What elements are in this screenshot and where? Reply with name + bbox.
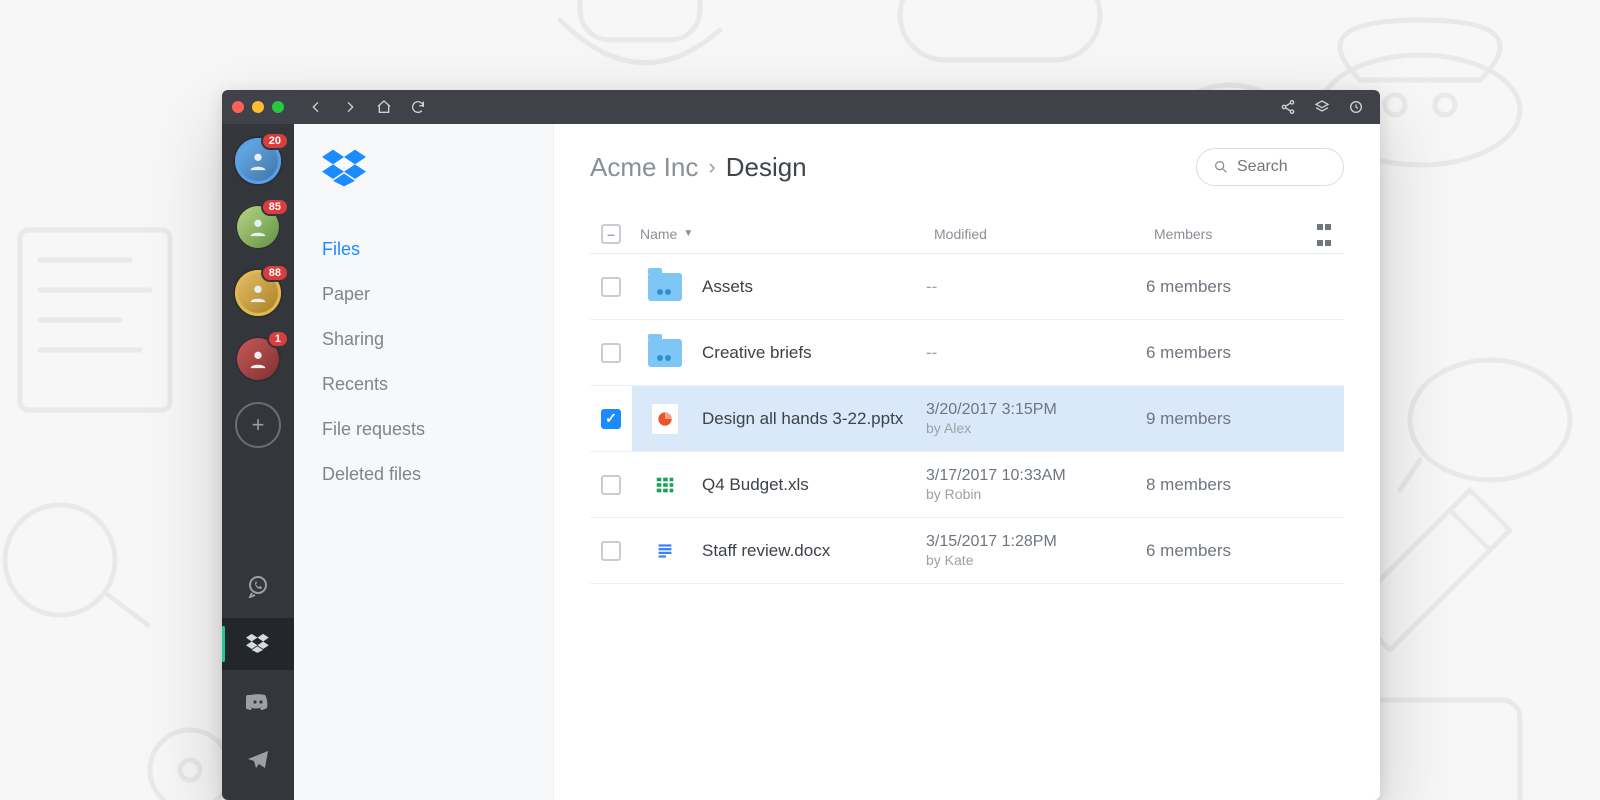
row-checkbox[interactable] <box>601 277 621 297</box>
members-cell: 6 members <box>1146 343 1296 363</box>
table-header: Name ▼ Modified Members <box>590 214 1344 254</box>
content: Acme Inc › Design Name ▼ Modified <box>554 124 1380 800</box>
column-header-members[interactable]: Members <box>1154 226 1304 242</box>
modified-date: 3/20/2017 3:15PM <box>926 400 1146 420</box>
history-button[interactable] <box>1342 95 1370 119</box>
grid-view-icon <box>1316 218 1332 250</box>
members-cell: 6 members <box>1146 277 1296 297</box>
members-cell: 8 members <box>1146 475 1296 495</box>
table-row[interactable]: Staff review.docx 3/15/2017 1:28PM by Ka… <box>590 518 1344 584</box>
row-checkbox[interactable] <box>601 475 621 495</box>
file-name: Creative briefs <box>702 343 812 363</box>
sidebar-item-deleted-files[interactable]: Deleted files <box>322 452 525 497</box>
select-all-checkbox[interactable] <box>601 224 621 244</box>
view-toggle-button[interactable] <box>1304 218 1344 250</box>
modified-by: by Kate <box>926 552 1146 570</box>
rail-app-whatsapp[interactable] <box>222 560 294 612</box>
app-window: 20 85 88 1 + <box>222 90 1380 800</box>
rail-app-discord[interactable] <box>222 676 294 728</box>
launcher-rail: 20 85 88 1 + <box>222 124 294 800</box>
workspace-avatar[interactable]: 85 <box>235 204 281 250</box>
powerpoint-file-icon <box>648 402 682 436</box>
telegram-icon <box>246 748 270 772</box>
folder-icon <box>648 336 682 370</box>
file-name: Q4 Budget.xls <box>702 475 809 495</box>
minimize-window-button[interactable] <box>252 101 264 113</box>
table-row[interactable]: Q4 Budget.xls 3/17/2017 10:33AM by Robin… <box>590 452 1344 518</box>
dropbox-logo-icon <box>322 148 525 193</box>
rail-app-telegram[interactable] <box>222 734 294 786</box>
modified-date: 3/15/2017 1:28PM <box>926 532 1146 552</box>
notification-badge: 88 <box>263 266 287 280</box>
layers-button[interactable] <box>1308 95 1336 119</box>
table-row[interactable]: Creative briefs -- 6 members <box>590 320 1344 386</box>
file-table: Name ▼ Modified Members Assets -- <box>590 214 1344 584</box>
chevron-right-icon: › <box>708 154 715 180</box>
notification-badge: 20 <box>263 134 287 148</box>
breadcrumb-current: Design <box>726 152 807 183</box>
folder-icon <box>648 270 682 304</box>
spreadsheet-file-icon <box>648 468 682 502</box>
file-name: Staff review.docx <box>702 541 830 561</box>
modified-cell: -- <box>926 277 937 296</box>
rail-app-dropbox[interactable] <box>222 618 294 670</box>
close-window-button[interactable] <box>232 101 244 113</box>
column-header-name[interactable]: Name ▼ <box>632 226 934 242</box>
window-controls <box>232 101 284 113</box>
row-checkbox[interactable] <box>601 541 621 561</box>
sort-descending-icon: ▼ <box>683 228 693 239</box>
modified-by: by Alex <box>926 420 1146 438</box>
workspace-avatar[interactable]: 88 <box>235 270 281 316</box>
back-button[interactable] <box>302 95 330 119</box>
sidebar-item-sharing[interactable]: Sharing <box>322 317 525 362</box>
modified-by: by Robin <box>926 486 1146 504</box>
table-row[interactable]: Design all hands 3-22.pptx 3/20/2017 3:1… <box>590 386 1344 452</box>
column-header-modified[interactable]: Modified <box>934 226 1154 242</box>
notification-badge: 85 <box>263 200 287 214</box>
sidebar-item-file-requests[interactable]: File requests <box>322 407 525 452</box>
sidebar: Files Paper Sharing Recents File request… <box>294 124 554 800</box>
file-name: Design all hands 3-22.pptx <box>702 409 903 429</box>
modified-date: 3/17/2017 10:33AM <box>926 466 1146 486</box>
row-checkbox[interactable] <box>601 409 621 429</box>
breadcrumb: Acme Inc › Design <box>590 152 807 183</box>
titlebar <box>222 90 1380 124</box>
workspace-avatar[interactable]: 1 <box>235 336 281 382</box>
add-workspace-button[interactable]: + <box>235 402 281 448</box>
sidebar-item-recents[interactable]: Recents <box>322 362 525 407</box>
dropbox-icon <box>246 632 270 656</box>
sidebar-item-files[interactable]: Files <box>322 227 525 272</box>
notification-badge: 1 <box>269 332 287 346</box>
table-row[interactable]: Assets -- 6 members <box>590 254 1344 320</box>
search-field[interactable] <box>1196 148 1344 186</box>
members-cell: 6 members <box>1146 541 1296 561</box>
document-file-icon <box>648 534 682 568</box>
zoom-window-button[interactable] <box>272 101 284 113</box>
whatsapp-icon <box>246 574 270 598</box>
column-header-name-label: Name <box>640 226 677 242</box>
modified-cell: -- <box>926 343 937 362</box>
share-button[interactable] <box>1274 95 1302 119</box>
workspace-avatar[interactable]: 20 <box>235 138 281 184</box>
sidebar-item-paper[interactable]: Paper <box>322 272 525 317</box>
members-cell: 9 members <box>1146 409 1296 429</box>
row-checkbox[interactable] <box>601 343 621 363</box>
discord-icon <box>246 690 270 714</box>
forward-button[interactable] <box>336 95 364 119</box>
file-name: Assets <box>702 277 753 297</box>
search-input[interactable] <box>1237 158 1327 176</box>
search-icon <box>1213 159 1229 175</box>
breadcrumb-parent[interactable]: Acme Inc <box>590 152 698 183</box>
reload-button[interactable] <box>404 95 432 119</box>
home-button[interactable] <box>370 95 398 119</box>
